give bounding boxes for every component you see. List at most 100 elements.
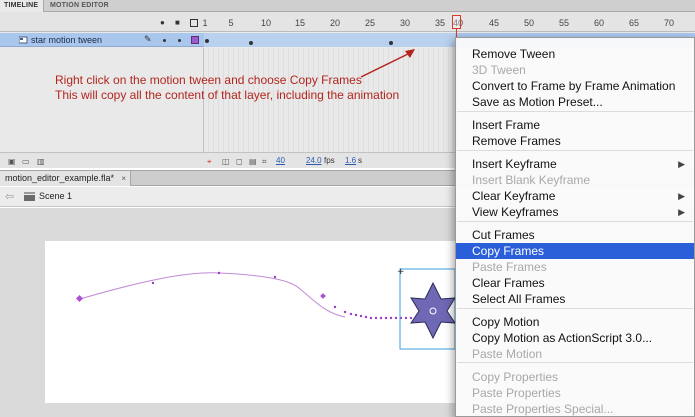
menu-item-label: Copy Motion as ActionScript 3.0... xyxy=(472,331,653,345)
ruler-number: 35 xyxy=(434,18,445,28)
menu-item-paste-motion: Paste Motion xyxy=(456,346,694,362)
panel-tab-bar: TIMELINE MOTION EDITOR xyxy=(0,0,695,12)
menu-item-3d-tween: 3D Tween xyxy=(456,62,694,78)
menu-separator xyxy=(457,362,693,363)
close-icon[interactable]: × xyxy=(121,171,126,186)
menu-item-select-all-frames[interactable]: Select All Frames xyxy=(456,291,694,307)
menu-item-label: Save as Motion Preset... xyxy=(472,95,603,109)
ruler-number: 60 xyxy=(593,18,604,28)
keyframe-dot xyxy=(205,39,209,43)
menu-item-clear-keyframe[interactable]: Clear Keyframe ▶ xyxy=(456,188,694,204)
menu-item-insert-blank-keyframe: Insert Blank Keyframe xyxy=(456,172,694,188)
annotation-line-2: This will copy all the content of that l… xyxy=(55,88,400,102)
modify-markers-icon[interactable]: ⌗ xyxy=(262,157,267,167)
new-folder-icon[interactable]: ▭ xyxy=(22,157,30,166)
tab-timeline[interactable]: TIMELINE xyxy=(0,0,44,12)
menu-item-label: Copy Properties xyxy=(472,370,559,384)
elapsed-time-unit: s xyxy=(358,156,362,165)
menu-item-label: Remove Frames xyxy=(472,134,561,148)
menu-item-label: Convert to Frame by Frame Animation xyxy=(472,79,676,93)
layer-icon xyxy=(19,36,28,44)
instruction-annotation: Right click on the motion tween and choo… xyxy=(55,73,399,103)
menu-item-label: Insert Blank Keyframe xyxy=(472,173,591,187)
ruler-number: 5 xyxy=(228,18,234,28)
menu-item-label: Paste Properties Special... xyxy=(472,402,614,416)
ruler-number: 70 xyxy=(663,18,674,28)
visibility-dot[interactable] xyxy=(163,39,166,42)
ruler-number: 1 xyxy=(202,18,208,28)
menu-separator xyxy=(457,111,693,112)
star-symbol[interactable] xyxy=(410,281,456,340)
menu-item-label: Remove Tween xyxy=(472,47,556,61)
menu-item-clear-frames[interactable]: Clear Frames xyxy=(456,275,694,291)
ruler-number: 15 xyxy=(294,18,305,28)
menu-item-paste-properties-special: Paste Properties Special... xyxy=(456,401,694,417)
trash-icon[interactable]: ▥ xyxy=(37,157,45,166)
menu-item-label: Cut Frames xyxy=(472,228,535,242)
menu-item-save-as-motion-preset[interactable]: Save as Motion Preset... xyxy=(456,94,694,110)
menu-separator xyxy=(457,308,693,309)
menu-item-insert-frame[interactable]: Insert Frame xyxy=(456,117,694,133)
menu-item-copy-motion[interactable]: Copy Motion xyxy=(456,314,694,330)
menu-item-convert-to-frame-by-frame-animation[interactable]: Convert to Frame by Frame Animation xyxy=(456,78,694,94)
menu-item-label: Paste Properties xyxy=(472,386,561,400)
document-tab[interactable]: motion_editor_example.fla* × xyxy=(0,171,132,186)
lock-dot[interactable] xyxy=(178,39,181,42)
ruler-number: 25 xyxy=(364,18,375,28)
document-tab-label: motion_editor_example.fla* xyxy=(5,173,115,183)
pencil-icon: ✎ xyxy=(144,34,152,44)
frame-rate[interactable]: 24.0 xyxy=(306,156,322,165)
ruler-number: 30 xyxy=(399,18,410,28)
motion-path-start[interactable] xyxy=(75,294,84,303)
menu-item-label: Select All Frames xyxy=(472,292,566,306)
back-arrow-icon[interactable]: ⇦ xyxy=(5,190,14,203)
menu-item-copy-frames[interactable]: Copy Frames xyxy=(456,243,694,259)
new-layer-icon[interactable]: ▣ xyxy=(8,157,16,166)
ruler-number: 10 xyxy=(260,18,271,28)
layer-color-swatch[interactable] xyxy=(191,36,199,44)
center-frame-icon[interactable]: ⌖ xyxy=(207,157,212,167)
menu-item-paste-frames: Paste Frames xyxy=(456,259,694,275)
menu-item-cut-frames[interactable]: Cut Frames xyxy=(456,227,694,243)
menu-item-remove-tween[interactable]: Remove Tween xyxy=(456,46,694,62)
scene-label[interactable]: Scene 1 xyxy=(39,191,72,201)
tab-motion-editor[interactable]: MOTION EDITOR xyxy=(46,0,116,12)
menu-item-copy-motion-as-actionscript-3-0[interactable]: Copy Motion as ActionScript 3.0... xyxy=(456,330,694,346)
menu-item-label: Insert Keyframe xyxy=(472,157,557,171)
menu-item-view-keyframes[interactable]: View Keyframes ▶ xyxy=(456,204,694,220)
menu-separator xyxy=(457,150,693,151)
lock-icon[interactable]: ■ xyxy=(175,19,180,27)
ruler-number: 65 xyxy=(628,18,639,28)
menu-item-insert-keyframe[interactable]: Insert Keyframe ▶ xyxy=(456,156,694,172)
onion-skin-icon[interactable]: ◫ xyxy=(222,157,230,166)
frame-rate-unit: fps xyxy=(324,156,335,165)
menu-item-label: Paste Frames xyxy=(472,260,547,274)
playhead[interactable] xyxy=(452,15,461,29)
onion-outline-icon[interactable]: ◻ xyxy=(236,157,243,166)
elapsed-time[interactable]: 1.6 xyxy=(345,156,356,165)
layer-name[interactable]: star motion tween xyxy=(31,34,102,46)
menu-item-label: Insert Frame xyxy=(472,118,541,132)
ruler-number: 45 xyxy=(488,18,499,28)
ruler-number: 50 xyxy=(523,18,534,28)
menu-item-paste-properties: Paste Properties xyxy=(456,385,694,401)
ruler-number: 55 xyxy=(558,18,569,28)
property-keyframe-dot xyxy=(249,41,253,45)
menu-item-label: Copy Motion xyxy=(472,315,540,329)
menu-item-label: View Keyframes xyxy=(472,205,559,219)
motion-path-keyframe[interactable] xyxy=(320,293,326,299)
ruler-number: 20 xyxy=(329,18,340,28)
menu-item-copy-properties: Copy Properties xyxy=(456,369,694,385)
menu-item-label: Paste Motion xyxy=(472,347,543,361)
current-frame[interactable]: 40 xyxy=(276,156,285,165)
menu-separator xyxy=(457,221,693,222)
annotation-line-1: Right click on the motion tween and choo… xyxy=(55,73,362,87)
submenu-arrow-icon: ▶ xyxy=(678,207,685,217)
menu-item-label: 3D Tween xyxy=(472,63,526,77)
edit-multiple-icon[interactable]: ▤ xyxy=(249,157,257,166)
scene-clapper-icon xyxy=(24,192,35,201)
eye-icon[interactable]: ● xyxy=(160,19,165,27)
menu-item-label: Clear Frames xyxy=(472,276,545,290)
context-menu: Remove Tween 3D Tween Convert to Frame by … xyxy=(455,37,695,417)
menu-item-remove-frames[interactable]: Remove Frames xyxy=(456,133,694,149)
